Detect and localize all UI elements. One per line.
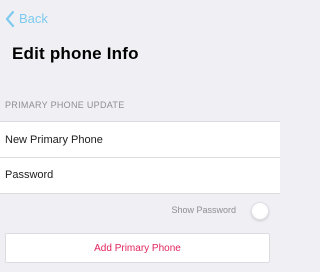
navigation-bar: Back <box>0 0 280 38</box>
section-header: PRIMARY PHONE UPDATE <box>5 100 125 110</box>
password-row <box>0 157 280 192</box>
add-primary-phone-button[interactable]: Add Primary Phone <box>5 233 270 263</box>
show-password-toggle[interactable] <box>251 202 269 220</box>
back-button[interactable]: Back <box>4 10 48 28</box>
back-label: Back <box>19 11 48 26</box>
page-title: Edit phone Info <box>12 44 139 63</box>
password-input[interactable] <box>5 157 273 192</box>
phone-form-group <box>0 121 280 194</box>
show-password-row: Show Password <box>0 200 280 220</box>
chevron-left-icon <box>4 10 16 28</box>
show-password-label: Show Password <box>171 205 236 215</box>
new-primary-phone-row <box>0 122 280 157</box>
new-primary-phone-input[interactable] <box>5 122 273 157</box>
